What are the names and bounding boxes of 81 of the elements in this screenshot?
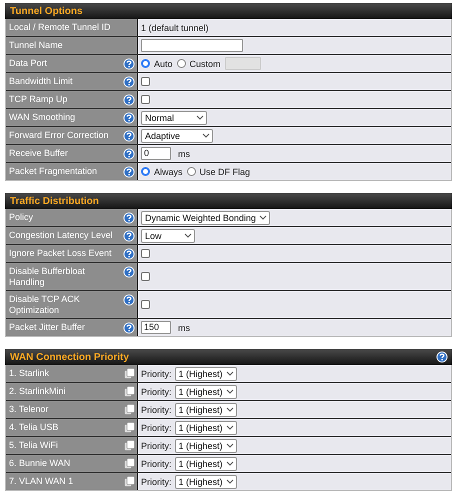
chevron-down-icon xyxy=(196,115,204,120)
radio-label: Always xyxy=(154,166,183,176)
copy-icon[interactable] xyxy=(124,368,135,379)
radio-label: Custom xyxy=(190,58,221,68)
priority-dropdown[interactable]: 1 (Highest) xyxy=(174,474,237,488)
setting-label: 5. Telia WiFi xyxy=(9,440,58,451)
priority-dropdown[interactable]: 1 (Highest) xyxy=(174,420,237,434)
setting-label: Ignore Packet Loss Event xyxy=(9,248,112,259)
dropdown[interactable]: Low xyxy=(141,228,195,242)
section-title: WAN Connection Priority xyxy=(10,352,129,362)
setting-label: 3. Telenor xyxy=(9,404,48,415)
setting-label: Packet Jitter Buffer xyxy=(9,322,85,333)
setting-label: Local / Remote Tunnel ID xyxy=(9,22,111,33)
chevron-down-icon xyxy=(226,479,234,484)
priority-label: Priority: xyxy=(141,476,172,486)
setting-label: 6. Bunnie WAN xyxy=(9,458,70,469)
dropdown[interactable]: Normal xyxy=(141,110,208,124)
setting-value: 1 (default tunnel) xyxy=(141,22,209,32)
chevron-down-icon xyxy=(226,389,234,394)
priority-label: Priority: xyxy=(141,422,172,432)
priority-label: Priority: xyxy=(141,458,172,468)
setting-label: 7. VLAN WAN 1 xyxy=(9,476,74,487)
section-title: Tunnel Options xyxy=(10,6,83,16)
priority-dropdown[interactable]: 1 (Highest) xyxy=(174,456,237,470)
priority-dropdown[interactable]: 1 (Highest) xyxy=(174,384,237,398)
setting-label: Receive Buffer xyxy=(9,148,68,159)
radio-button[interactable] xyxy=(186,167,196,176)
dropdown[interactable]: Dynamic Weighted Bonding xyxy=(141,210,270,224)
setting-label: Bandwidth Limit xyxy=(9,76,73,87)
number-input[interactable]: 150 xyxy=(141,321,171,334)
priority-dropdown[interactable]: 1 (Highest) xyxy=(174,366,237,380)
checkbox[interactable] xyxy=(141,272,150,281)
copy-icon[interactable] xyxy=(124,440,135,451)
help-icon[interactable] xyxy=(436,351,448,363)
checkbox[interactable] xyxy=(141,77,150,86)
priority-label: Priority: xyxy=(141,404,172,414)
unit-label: ms xyxy=(178,322,190,332)
chevron-down-icon xyxy=(226,425,234,430)
chevron-down-icon xyxy=(226,407,234,412)
priority-label: Priority: xyxy=(141,386,172,396)
setting-label: Packet Fragmentation xyxy=(9,166,98,177)
chevron-down-icon xyxy=(226,443,234,448)
text-input[interactable] xyxy=(141,39,243,52)
copy-icon[interactable] xyxy=(124,422,135,433)
setting-label: Tunnel Name xyxy=(9,40,63,51)
number-input[interactable]: 0 xyxy=(141,147,171,160)
copy-icon[interactable] xyxy=(124,404,135,415)
chevron-down-icon xyxy=(184,233,192,238)
setting-label: 1. Starlink xyxy=(9,368,50,379)
copy-icon[interactable] xyxy=(124,458,135,469)
setting-label: Policy xyxy=(9,212,34,223)
radio-button[interactable] xyxy=(141,59,150,68)
priority-label: Priority: xyxy=(141,368,172,378)
radio-button[interactable] xyxy=(141,167,150,176)
chevron-down-icon xyxy=(202,133,210,138)
unit-label: ms xyxy=(178,148,190,158)
chevron-down-icon xyxy=(226,371,234,376)
radio-button[interactable] xyxy=(176,59,186,68)
radio-label: Auto xyxy=(154,58,173,68)
section-title: Traffic Distribution xyxy=(10,196,99,206)
radio-label: Use DF Flag xyxy=(200,166,250,176)
setting-label: 4. Telia USB xyxy=(9,422,58,433)
chevron-down-icon xyxy=(258,215,267,220)
setting-label: Congestion Latency Level xyxy=(9,230,113,241)
priority-dropdown[interactable]: 1 (Highest) xyxy=(174,438,237,452)
setting-label: Forward Error Correction xyxy=(9,130,109,141)
dropdown[interactable]: Adaptive xyxy=(141,128,214,142)
setting-label: Disable TCP ACK Optimization xyxy=(9,294,81,316)
copy-icon[interactable] xyxy=(124,386,135,397)
copy-icon[interactable] xyxy=(124,476,135,487)
setting-label: Disable Bufferbloat Handling xyxy=(9,266,86,288)
setting-label: 2. StarlinkMini xyxy=(9,386,66,397)
checkbox[interactable] xyxy=(141,249,150,258)
chevron-down-icon xyxy=(226,461,234,466)
setting-label: TCP Ramp Up xyxy=(9,94,68,105)
setting-label: WAN Smoothing xyxy=(9,112,76,123)
checkbox[interactable] xyxy=(141,300,150,309)
setting-label: Data Port xyxy=(9,58,48,69)
priority-dropdown[interactable]: 1 (Highest) xyxy=(174,402,237,416)
checkbox[interactable] xyxy=(141,95,150,104)
priority-label: Priority: xyxy=(141,440,172,450)
